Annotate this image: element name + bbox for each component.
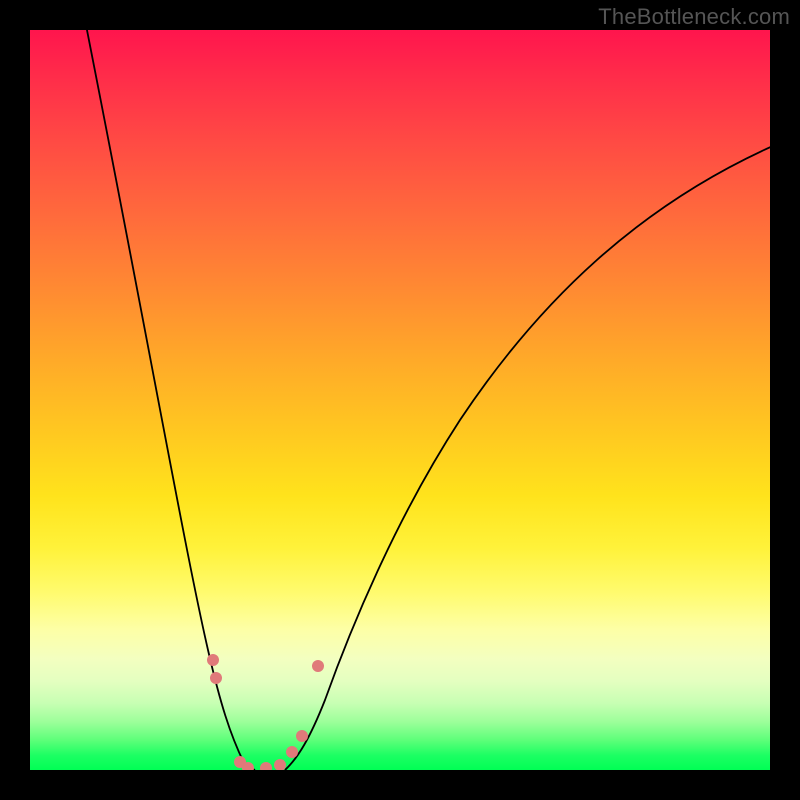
data-point [260,762,272,770]
data-point [286,746,298,758]
right-curve [285,145,770,770]
data-point [207,654,219,666]
left-curve [85,30,255,770]
outer-frame: TheBottleneck.com [0,0,800,800]
watermark-text: TheBottleneck.com [598,4,790,30]
plot-area [30,30,770,770]
chart-svg [30,30,770,770]
data-point [274,759,286,770]
data-point [210,672,222,684]
data-point [296,730,308,742]
data-point [312,660,324,672]
